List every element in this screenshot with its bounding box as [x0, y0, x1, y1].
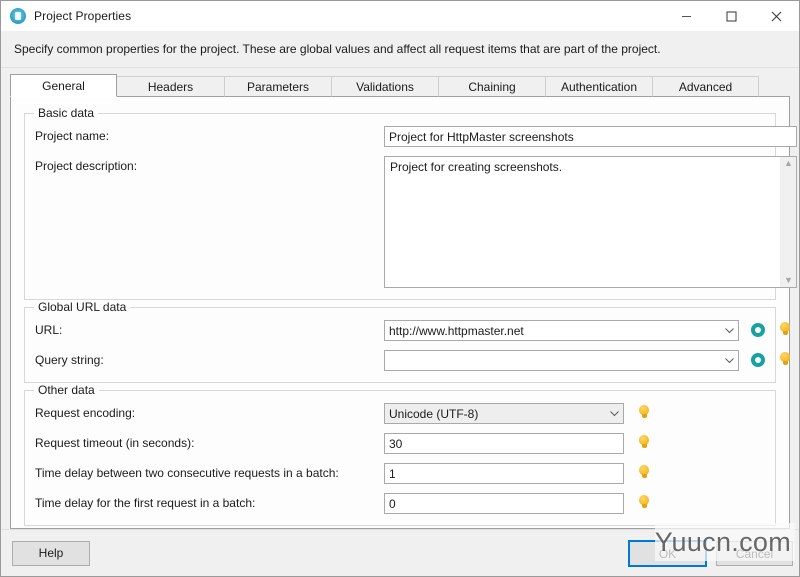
request-encoding-label: Request encoding: — [35, 406, 136, 420]
request-encoding-select[interactable]: Unicode (UTF-8) — [384, 403, 624, 424]
url-globe-icon[interactable] — [751, 323, 765, 337]
tab-headers[interactable]: Headers — [117, 76, 224, 97]
request-encoding-value: Unicode (UTF-8) — [389, 406, 479, 421]
tab-strip: General Headers Parameters Validations C… — [10, 74, 790, 97]
tab-chaining[interactable]: Chaining — [438, 76, 545, 97]
row-url: URL: http://www.httpmaster.net — [35, 320, 790, 341]
group-global-url-data-title: Global URL data — [34, 300, 131, 314]
tab-host: General Headers Parameters Validations C… — [1, 68, 799, 529]
delay-first-input[interactable]: 0 — [384, 493, 624, 514]
help-button[interactable]: Help — [12, 540, 90, 566]
delay-between-hint-bulb-icon[interactable] — [637, 465, 651, 480]
request-timeout-input[interactable]: 30 — [384, 433, 624, 454]
tab-general[interactable]: General — [10, 74, 117, 97]
chevron-down-icon[interactable] — [605, 410, 623, 417]
window-title: Project Properties — [34, 9, 132, 23]
tab-page-general: Basic data Project name: Project for Htt… — [10, 96, 797, 529]
row-query-string: Query string: — [35, 350, 790, 371]
query-string-globe-icon[interactable] — [751, 353, 765, 367]
scroll-down-icon[interactable]: ▼ — [784, 276, 793, 285]
request-timeout-label: Request timeout (in seconds): — [35, 436, 195, 450]
project-name-label: Project name: — [35, 129, 110, 143]
minimize-icon[interactable] — [664, 1, 709, 31]
tab-parameters[interactable]: Parameters — [224, 76, 331, 97]
url-hint-bulb-icon[interactable] — [778, 322, 792, 337]
instruction-text: Specify common properties for the projec… — [1, 31, 799, 68]
tab-advanced[interactable]: Advanced — [652, 76, 759, 97]
timeout-hint-bulb-icon[interactable] — [637, 435, 651, 450]
app-icon — [10, 8, 26, 24]
tab-headers-label: Headers — [147, 79, 194, 94]
description-scrollbar[interactable]: ▲ ▼ — [780, 157, 796, 287]
row-project-name: Project name: Project for HttpMaster scr… — [35, 126, 797, 147]
url-value: http://www.httpmaster.net — [389, 323, 524, 338]
row-request-encoding: Request encoding: Unicode (UTF-8) — [35, 403, 765, 424]
row-request-timeout: Request timeout (in seconds): 30 — [35, 433, 765, 454]
tab-parameters-label: Parameters — [246, 79, 310, 94]
query-string-hint-bulb-icon[interactable] — [778, 352, 792, 367]
row-delay-between: Time delay between two consecutive reque… — [35, 463, 765, 484]
project-description-textarea[interactable]: Project for creating screenshots. ▲ ▼ — [384, 156, 797, 288]
group-basic-data-title: Basic data — [34, 106, 99, 120]
chevron-down-icon[interactable] — [720, 357, 738, 364]
group-basic-data: Basic data Project name: Project for Htt… — [24, 106, 797, 300]
delay-between-input[interactable]: 1 — [384, 463, 624, 484]
query-string-combobox[interactable] — [384, 350, 739, 371]
delay-first-label: Time delay for the first request in a ba… — [35, 496, 256, 510]
url-combobox[interactable]: http://www.httpmaster.net — [384, 320, 739, 341]
tab-validations[interactable]: Validations — [331, 76, 438, 97]
group-other-data-title: Other data — [34, 383, 99, 397]
query-string-label: Query string: — [35, 353, 104, 367]
maximize-icon[interactable] — [709, 1, 754, 31]
delay-first-hint-bulb-icon[interactable] — [637, 495, 651, 510]
ok-button[interactable]: OK — [628, 540, 707, 567]
row-project-description: Project description: Project for creatin… — [35, 156, 797, 288]
encoding-hint-bulb-icon[interactable] — [637, 405, 651, 420]
group-global-url-data: Global URL data URL: http://www.httpmast… — [24, 300, 790, 383]
project-description-value: Project for creating screenshots. — [390, 160, 563, 174]
scroll-up-icon[interactable]: ▲ — [784, 159, 793, 168]
window-controls — [664, 1, 799, 31]
row-delay-first: Time delay for the first request in a ba… — [35, 493, 765, 514]
tab-authentication[interactable]: Authentication — [545, 76, 652, 97]
delay-between-label: Time delay between two consecutive reque… — [35, 466, 339, 480]
chevron-down-icon[interactable] — [720, 327, 738, 334]
project-description-label: Project description: — [35, 159, 138, 173]
title-bar: Project Properties — [1, 1, 799, 31]
cancel-button[interactable]: Cancel — [716, 541, 793, 566]
dialog-button-bar: Help OK Cancel — [1, 529, 799, 576]
project-properties-dialog: Project Properties Specify common proper… — [0, 0, 800, 577]
close-icon[interactable] — [754, 1, 799, 31]
tab-general-label: General — [42, 78, 85, 93]
tab-advanced-label: Advanced — [678, 79, 733, 94]
url-label: URL: — [35, 323, 63, 337]
tab-chaining-label: Chaining — [468, 79, 516, 94]
tab-authentication-label: Authentication — [560, 79, 638, 94]
project-name-input[interactable]: Project for HttpMaster screenshots — [384, 126, 797, 147]
group-other-data: Other data Request encoding: Unicode (UT… — [24, 383, 776, 526]
tab-validations-label: Validations — [356, 79, 414, 94]
